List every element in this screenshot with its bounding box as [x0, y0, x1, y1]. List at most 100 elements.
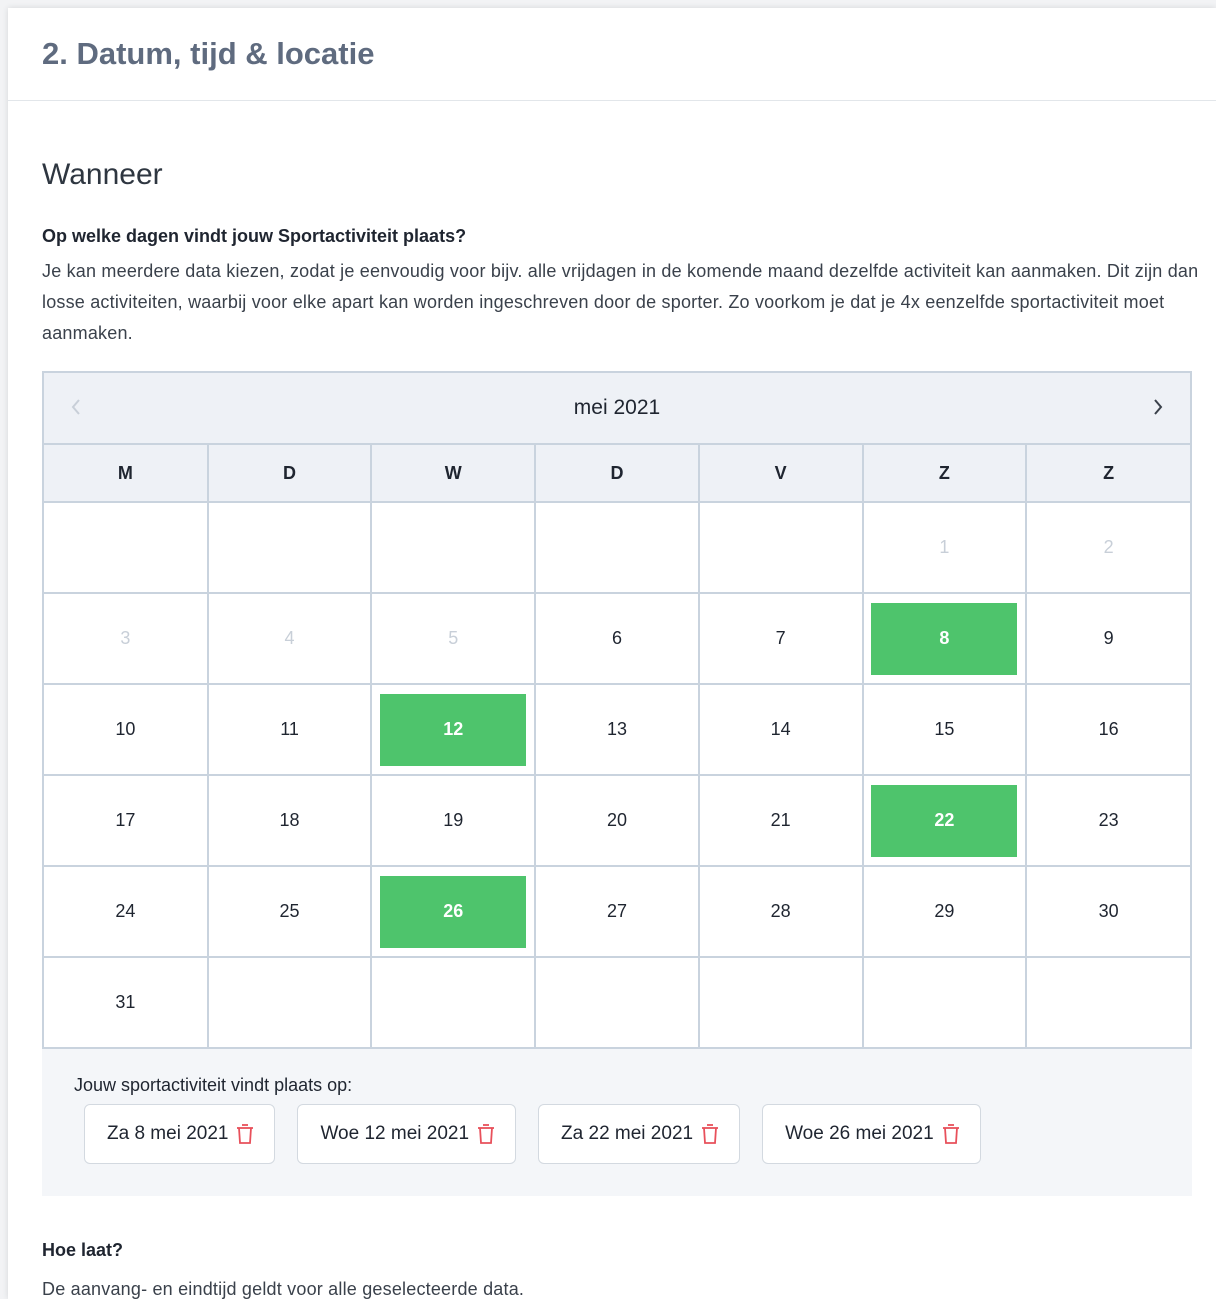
trash-icon[interactable] — [236, 1123, 254, 1145]
calendar-cell: 9 — [1026, 593, 1190, 685]
calendar-header: mei 2021 — [44, 373, 1190, 445]
calendar-cell — [207, 957, 373, 1047]
days-description: Je kan meerdere data kiezen, zodat je ee… — [42, 261, 1199, 343]
calendar-day[interactable]: 9 — [1036, 603, 1182, 675]
calendar-day[interactable]: 6 — [544, 603, 690, 675]
calendar-day[interactable]: 18 — [217, 785, 363, 857]
calendar-day[interactable]: 7 — [708, 603, 854, 675]
chip-label: Woe 26 mei 2021 — [785, 1123, 934, 1144]
calendar-day-selected[interactable]: 22 — [871, 784, 1018, 857]
calendar-cell: 24 — [44, 866, 209, 958]
calendar-day[interactable]: 10 — [52, 694, 198, 766]
weekday-header: Z — [862, 445, 1028, 503]
calendar-week-row: 3 4 5 6789 — [44, 593, 1190, 685]
calendar-day[interactable]: 27 — [544, 876, 690, 948]
calendar-day[interactable]: 24 — [52, 876, 198, 948]
calendar-cell: 7 — [698, 593, 864, 685]
selected-date-chip[interactable]: Za 8 mei 2021 — [84, 1104, 276, 1164]
calendar-cell: 18 — [207, 775, 373, 867]
calendar-cell: 25 — [207, 866, 373, 958]
calendar-day[interactable]: 21 — [708, 785, 854, 857]
calendar-day-selected[interactable]: 12 — [380, 693, 527, 766]
selected-dates-label: Jouw sportactiviteit vindt plaats op: — [74, 1075, 353, 1095]
weekday-header: W — [371, 445, 537, 503]
calendar-cell: 12 — [371, 684, 537, 776]
form-card: 2. Datum, tijd & locatie Wanneer Op welk… — [8, 8, 1216, 1299]
trash-icon[interactable] — [477, 1123, 495, 1145]
selected-dates-panel: Jouw sportactiviteit vindt plaats op: Za… — [42, 1049, 1192, 1196]
calendar-cell: 2 — [1026, 502, 1190, 594]
calendar-cell: 4 — [207, 593, 373, 685]
calendar-cell — [1026, 957, 1190, 1047]
calendar-cell: 16 — [1026, 684, 1190, 776]
calendar-day-selected[interactable]: 26 — [380, 875, 527, 948]
calendar-cell: 22 — [862, 775, 1028, 867]
calendar-cell: 19 — [371, 775, 537, 867]
selected-date-chip[interactable]: Za 22 mei 2021 — [538, 1104, 741, 1164]
calendar-grid: MDWDVZZ 1 2 3 4 5 6 7 8 9 10 11 12 13 14 15 16 17 18 19 20 2… — [44, 445, 1190, 1047]
calendar-day: 5 — [448, 628, 459, 648]
calendar-week-row: 10 11 12 13 14 15 16 — [44, 684, 1190, 776]
next-month-button[interactable] — [1140, 389, 1176, 425]
selected-date-chip[interactable]: Woe 12 mei 2021 — [297, 1104, 517, 1164]
when-title: Wanneer — [42, 158, 163, 191]
calendar-day[interactable]: 25 — [217, 876, 363, 948]
calendar-day[interactable]: 13 — [544, 694, 690, 766]
calendar-month-label: mei 2021 — [573, 396, 661, 419]
calendar-day[interactable]: 15 — [871, 694, 1017, 766]
calendar-cell — [698, 957, 864, 1047]
trash-icon[interactable] — [701, 1123, 719, 1145]
calendar-cell: 20 — [535, 775, 700, 867]
calendar-day[interactable]: 31 — [52, 967, 198, 1039]
page-title: 2. Datum, tijd & locatie — [42, 36, 375, 71]
calendar-day[interactable]: 23 — [1036, 785, 1182, 857]
calendar-day[interactable]: 11 — [217, 694, 363, 766]
days-question: Op welke dagen vindt jouw Sportactivitei… — [42, 226, 467, 246]
trash-icon[interactable] — [942, 1123, 960, 1145]
calendar-cell — [535, 502, 700, 594]
time-description: De aanvang- en eindtijd geldt voor alle … — [42, 1279, 525, 1299]
calendar-cell: 27 — [535, 866, 700, 958]
card-body: Wanneer Op welke dagen vindt jouw Sporta… — [8, 158, 1216, 1299]
calendar-cell: 26 — [371, 866, 537, 958]
chip-label: Woe 12 mei 2021 — [320, 1123, 470, 1144]
calendar-cell — [371, 502, 537, 594]
calendar-day[interactable]: 30 — [1036, 876, 1182, 948]
calendar-cell — [698, 502, 864, 594]
calendar-day[interactable]: 19 — [380, 785, 526, 857]
calendar-day[interactable]: 14 — [708, 694, 854, 766]
selected-date-chip[interactable]: Woe 26 mei 2021 — [762, 1104, 981, 1164]
calendar-day[interactable]: 17 — [52, 785, 198, 857]
calendar-cell: 3 — [44, 593, 209, 685]
chip-label: Za 22 mei 2021 — [561, 1123, 694, 1144]
weekday-header: V — [698, 445, 864, 503]
calendar-cell — [862, 957, 1028, 1047]
calendar-cell: 29 — [862, 866, 1028, 958]
calendar-cell: 14 — [698, 684, 864, 776]
date-picker-calendar: mei 2021 MDWDVZZ 1 2 3 4 5 6 7 8 9 10 11 12 13 14 15 16… — [42, 371, 1192, 1049]
calendar-day[interactable]: 28 — [708, 876, 854, 948]
time-question: Hoe laat? — [42, 1240, 124, 1260]
selected-dates-list: Za 8 mei 2021 Woe 12 mei 2021 Za 22 mei 20… — [74, 1104, 1160, 1164]
calendar-day-selected[interactable]: 8 — [871, 602, 1018, 675]
calendar-cell: 8 — [862, 593, 1028, 685]
calendar-cell: 5 — [371, 593, 537, 685]
chevron-left-icon — [71, 399, 80, 415]
prev-month-button[interactable] — [58, 389, 94, 425]
calendar-cell: 10 — [44, 684, 209, 776]
calendar-day[interactable]: 29 — [871, 876, 1017, 948]
weekday-header: M — [44, 445, 209, 503]
calendar-cell — [371, 957, 537, 1047]
calendar-week-row: 31 — [44, 957, 1190, 1047]
calendar-cell — [207, 502, 373, 594]
calendar-cell: 30 — [1026, 866, 1190, 958]
calendar-day[interactable]: 16 — [1036, 694, 1182, 766]
weekday-header: D — [207, 445, 373, 503]
calendar-cell: 31 — [44, 957, 209, 1047]
calendar-day[interactable]: 20 — [544, 785, 690, 857]
calendar-day: 1 — [939, 537, 950, 557]
calendar-cell: 1 — [862, 502, 1028, 594]
calendar-cell: 23 — [1026, 775, 1190, 867]
calendar-week-row: 24 25 26 27 28 29 30 — [44, 866, 1190, 958]
calendar-cell — [44, 502, 209, 594]
